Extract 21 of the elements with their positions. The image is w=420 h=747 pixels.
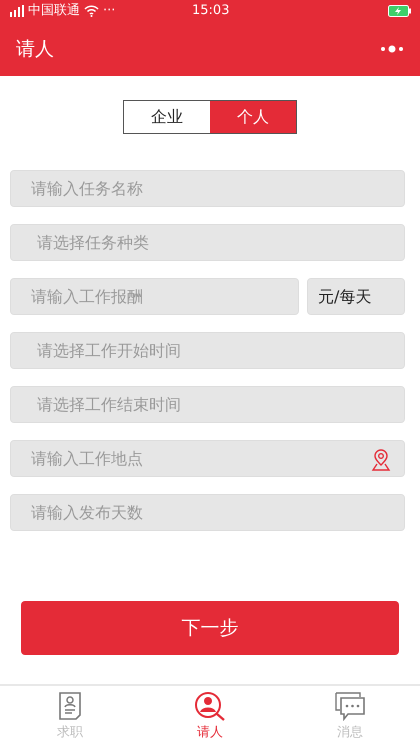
input-field[interactable]: 请输入发布天数 xyxy=(10,494,405,531)
page-title: 请人 xyxy=(16,36,54,62)
signal-icon xyxy=(8,5,24,17)
clock-time: 15:03 xyxy=(192,2,230,20)
document-person-icon xyxy=(56,691,84,721)
next-step-button[interactable]: 下一步 xyxy=(21,601,399,655)
wifi-icon xyxy=(84,5,99,17)
location-pin-icon[interactable] xyxy=(371,449,391,471)
unit-label: 元/每天 xyxy=(307,278,405,315)
carrier-name: 中国联通 xyxy=(28,2,80,20)
select-field[interactable]: 请选择任务种类 xyxy=(10,224,405,261)
input-field[interactable]: 请输入任务名称 xyxy=(10,170,405,207)
more-icon[interactable] xyxy=(380,45,404,53)
segment-tab[interactable]: 个人 xyxy=(210,101,296,133)
select-field[interactable]: 请选择工作结束时间 xyxy=(10,386,405,423)
person-search-icon xyxy=(194,691,226,721)
input-field[interactable]: 请输入工作报酬 xyxy=(10,278,299,315)
input-field[interactable]: 请输入工作地点 xyxy=(10,440,405,477)
select-field[interactable]: 请选择工作开始时间 xyxy=(10,332,405,369)
more-indicator: ··· xyxy=(103,2,116,20)
chat-bubbles-icon xyxy=(334,691,366,721)
